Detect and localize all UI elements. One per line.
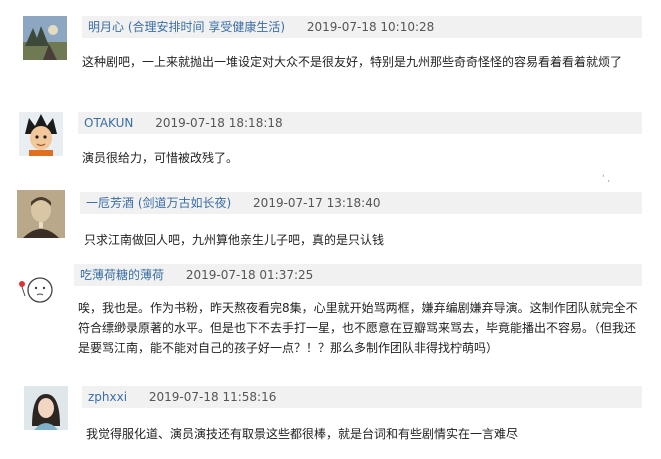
comment-timestamp: 2019-07-18 11:58:16 <box>148 390 277 404</box>
username-link[interactable]: 明月心 <box>88 20 124 34</box>
user-signature: (合理安排时间 享受健康生活) <box>127 20 286 34</box>
comment-timestamp: 2019-07-18 10:10:28 <box>306 20 435 34</box>
username-link[interactable]: OTAKUN <box>84 116 133 130</box>
comment-text: 唉，我也是。作为书粉，昨天熬夜看完8集，心里就开始骂两框，嫌弃编剧嫌弃导演。这制… <box>78 301 638 355</box>
comment-text: 我觉得服化道、演员演技还有取景这些都很棒，就是台词和有些剧情实在一言难尽 <box>86 427 519 441</box>
comment-4: 吃薄荷糖的薄荷 2019-07-18 01:37:25 唉，我也是。作为书粉，昨… <box>0 258 661 378</box>
user-avatar[interactable] <box>24 386 68 430</box>
portrait-avatar-icon <box>17 190 65 238</box>
comment-1: 明月心 (合理安排时间 享受健康生活) 2019-07-18 10:10:28 … <box>0 0 661 100</box>
comment-timestamp: 2019-07-18 01:37:25 <box>185 268 314 282</box>
comment-timestamp: 2019-07-18 18:18:18 <box>155 116 283 130</box>
doodle-avatar-icon <box>16 270 56 310</box>
username-link[interactable]: 吃薄荷糖的薄荷 <box>80 268 164 282</box>
username-link[interactable]: zphxxi <box>88 390 127 404</box>
comment-text: 这种剧吧，一上来就抛出一堆设定对大众不是很友好，特别是九州那些奇奇怪怪的容易看着… <box>82 55 623 69</box>
user-signature: (剑道万古如长夜) <box>137 196 232 210</box>
cartoon-avatar-icon <box>19 112 63 156</box>
comment-2: OTAKUN 2019-07-18 18:18:18 演员很给力，可惜被改残了。… <box>0 100 661 184</box>
comment-header: 明月心 (合理安排时间 享受健康生活) 2019-07-18 10:10:28 <box>82 16 642 38</box>
user-avatar[interactable] <box>19 112 63 156</box>
comment-header: 吃薄荷糖的薄荷 2019-07-18 01:37:25 <box>74 264 642 286</box>
girl-avatar-icon <box>24 386 68 430</box>
comment-text: 演员很给力，可惜被改残了。 <box>82 151 239 165</box>
landscape-avatar-icon <box>23 16 67 60</box>
username-link[interactable]: 一卮芳酒 <box>86 196 134 210</box>
comment-5: zphxxi 2019-07-18 11:58:16 我觉得服化道、演员演技还有… <box>0 378 661 459</box>
comment-header: zphxxi 2019-07-18 11:58:16 <box>82 386 642 408</box>
comment-3: 一卮芳酒 (剑道万古如长夜) 2019-07-17 13:18:40 只求江南做… <box>0 182 661 258</box>
comment-text: 只求江南做回人吧，九州算他亲生儿子吧，真的是只认钱 <box>84 233 385 247</box>
comment-header: 一卮芳酒 (剑道万古如长夜) 2019-07-17 13:18:40 <box>80 192 642 214</box>
user-avatar[interactable] <box>23 16 67 60</box>
user-avatar[interactable] <box>17 190 65 238</box>
user-avatar[interactable] <box>16 270 56 310</box>
comment-timestamp: 2019-07-17 13:18:40 <box>253 196 381 210</box>
comment-header: OTAKUN 2019-07-18 18:18:18 <box>78 112 642 134</box>
